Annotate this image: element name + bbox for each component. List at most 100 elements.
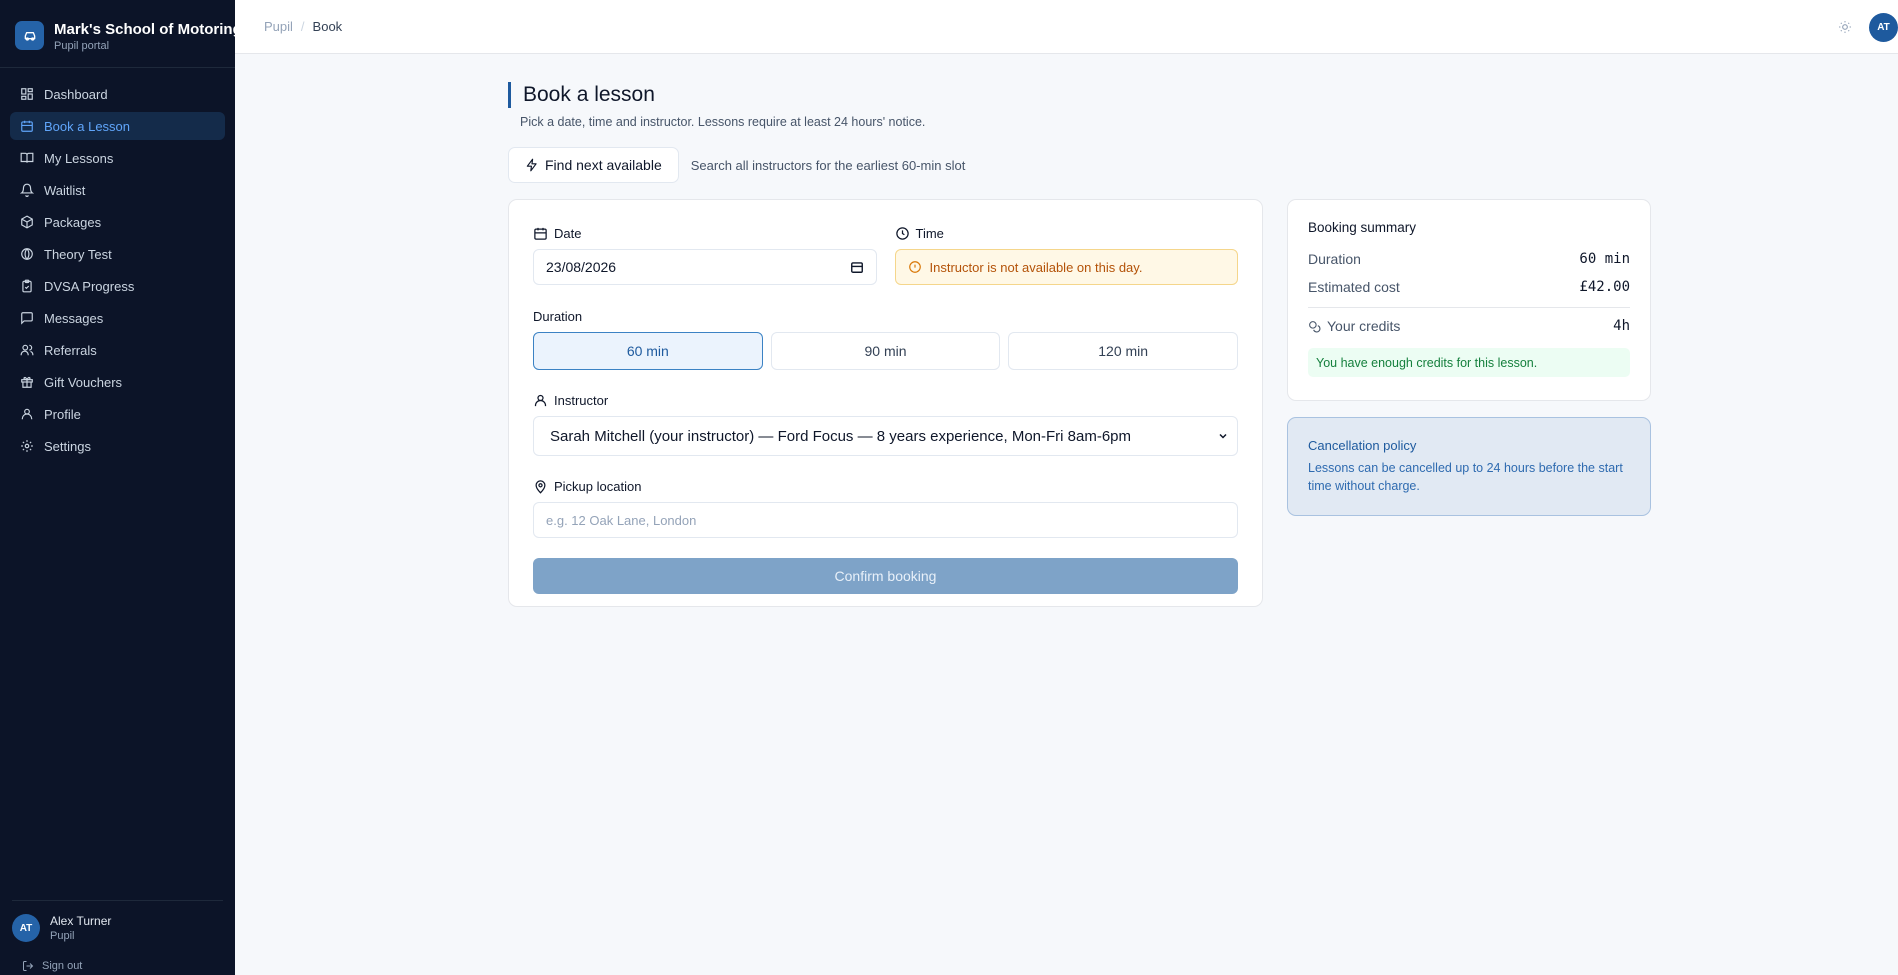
sidebar-item-label: DVSA Progress <box>44 278 135 294</box>
user-icon <box>534 394 547 406</box>
quick-find-row: Find next available Search all instructo… <box>508 147 1651 183</box>
sidebar-item-label: Theory Test <box>44 246 112 262</box>
breadcrumb: Pupil / Book <box>264 19 342 34</box>
time-warning-text: Instructor is not available on this day. <box>929 259 1143 275</box>
date-input-value: 23/08/2026 <box>546 259 617 275</box>
time-label: Time <box>895 224 1239 242</box>
summary-credits-row: Your credits 4h <box>1308 312 1630 340</box>
duration-label: Duration <box>533 307 1238 325</box>
theme-toggle-button[interactable] <box>1833 15 1857 39</box>
avatar: AT <box>12 914 40 942</box>
top-bar: Pupil / Book AT <box>235 0 1898 54</box>
summary-credits-label: Your credits <box>1327 318 1401 334</box>
duration-option-120[interactable]: 120 min <box>1008 332 1239 370</box>
lightning-icon <box>526 158 537 172</box>
clipboard-icon <box>20 279 34 293</box>
summary-duration-label: Duration <box>1308 251 1361 267</box>
globe-icon <box>20 247 34 261</box>
pickup-label: Pickup location <box>533 477 1238 495</box>
brand: Mark's School of Motoring Pupil portal <box>0 0 242 68</box>
date-input[interactable]: 23/08/2026 <box>533 249 877 285</box>
sidebar-item-referrals[interactable]: Referrals <box>10 336 225 364</box>
confirm-booking-button[interactable]: Confirm booking <box>533 558 1238 594</box>
instructor-select[interactable]: Sarah Mitchell (your instructor) — Ford … <box>533 416 1238 456</box>
time-label-text: Time <box>915 225 944 241</box>
user-avatar-button[interactable]: AT <box>1869 12 1898 42</box>
duration-option-90[interactable]: 90 min <box>770 332 1001 370</box>
calendar-picker-icon[interactable] <box>850 260 864 274</box>
calendar-icon <box>534 227 547 240</box>
instructor-label: Instructor <box>533 391 1238 409</box>
user-name: Alex Turner <box>50 914 112 928</box>
sidebar-item-dvsa-progress[interactable]: DVSA Progress <box>10 272 225 300</box>
alert-circle-icon <box>908 261 921 273</box>
chevron-down-icon <box>1219 433 1227 439</box>
gear-icon <box>20 439 34 453</box>
instructor-label-text: Instructor <box>554 392 609 408</box>
sidebar-item-my-lessons[interactable]: My Lessons <box>10 144 225 172</box>
sidebar-item-label: Referrals <box>44 342 97 358</box>
summary-cost-value: £42.00 <box>1579 279 1630 295</box>
sidebar-item-packages[interactable]: Packages <box>10 208 225 236</box>
breadcrumb-pupil[interactable]: Pupil <box>264 19 293 34</box>
sidebar-item-gift-vouchers[interactable]: Gift Vouchers <box>10 368 225 396</box>
breadcrumb-separator: / <box>300 19 305 34</box>
summary-divider <box>1308 307 1630 308</box>
user-role: Pupil <box>50 930 75 942</box>
package-icon <box>20 215 34 229</box>
sidebar-item-dashboard[interactable]: Dashboard <box>10 80 225 108</box>
user-icon <box>20 407 34 421</box>
summary-title: Booking summary <box>1308 220 1417 235</box>
car-logo-icon <box>15 21 44 50</box>
page-title: Book a lesson <box>523 83 655 106</box>
clock-icon <box>895 226 909 240</box>
brand-title: Mark's School of Motoring <box>54 20 242 38</box>
find-next-description: Search all instructors for the earliest … <box>690 157 966 173</box>
user-card: AT Alex Turner Pupil <box>12 913 223 943</box>
date-label: Date <box>533 224 877 242</box>
find-next-available-button[interactable]: Find next available <box>508 147 679 183</box>
duration-option-60[interactable]: 60 min <box>533 332 763 370</box>
sidebar-item-label: Waitlist <box>44 182 86 198</box>
booking-summary-card: Booking summary Duration 60 min Estimate… <box>1287 199 1651 401</box>
sidebar-item-book-a-lesson[interactable]: Book a Lesson <box>10 112 225 140</box>
sidebar-item-label: Gift Vouchers <box>44 374 123 390</box>
logout-icon <box>23 961 34 971</box>
summary-cost-row: Estimated cost £42.00 <box>1308 273 1630 301</box>
sidebar-item-label: Profile <box>44 406 81 422</box>
sidebar-item-label: Dashboard <box>44 86 108 102</box>
sidebar: Mark's School of Motoring Pupil portal D… <box>0 0 242 975</box>
duration-label-text: Duration <box>533 308 583 324</box>
sidebar-item-profile[interactable]: Profile <box>10 400 225 428</box>
find-next-available-label: Find next available <box>545 157 662 173</box>
sign-out-button[interactable]: Sign out <box>12 957 223 975</box>
sidebar-nav: Dashboard Book a Lesson My Lessons Waitl… <box>0 68 235 460</box>
summary-duration-value: 60 min <box>1579 251 1630 267</box>
sidebar-item-waitlist[interactable]: Waitlist <box>10 176 225 204</box>
calendar-icon <box>20 119 34 133</box>
sidebar-item-label: My Lessons <box>44 150 114 166</box>
pickup-location-input[interactable]: e.g. 12 Oak Lane, London <box>533 502 1238 538</box>
sign-out-label: Sign out <box>42 960 83 972</box>
dashboard-icon <box>20 87 34 101</box>
brand-subtitle: Pupil portal <box>54 39 110 52</box>
coins-icon <box>1309 320 1321 332</box>
pickup-label-text: Pickup location <box>554 478 642 494</box>
summary-credits-value: 4h <box>1613 318 1630 334</box>
sidebar-item-settings[interactable]: Settings <box>10 432 225 460</box>
sidebar-footer: AT Alex Turner Pupil Sign out <box>12 900 223 975</box>
cancellation-policy-card: Cancellation policy Lessons can be cance… <box>1287 417 1651 516</box>
bell-icon <box>20 183 34 197</box>
sidebar-item-theory-test[interactable]: Theory Test <box>10 240 225 268</box>
page-subtitle: Pick a date, time and instructor. Lesson… <box>520 115 926 129</box>
sidebar-item-label: Book a Lesson <box>44 118 131 134</box>
time-unavailable-warning: Instructor is not available on this day. <box>894 249 1238 285</box>
sidebar-item-messages[interactable]: Messages <box>10 304 225 332</box>
sidebar-item-label: Messages <box>44 310 104 326</box>
map-pin-icon <box>535 479 546 494</box>
sidebar-item-label: Settings <box>44 438 91 454</box>
booking-form-card: Date 23/08/2026 Time Instructor is not a… <box>508 199 1263 607</box>
instructor-select-value: Sarah Mitchell (your instructor) — Ford … <box>550 427 1132 445</box>
sun-icon <box>1839 21 1851 33</box>
credits-ok-message: You have enough credits for this lesson. <box>1308 348 1630 377</box>
